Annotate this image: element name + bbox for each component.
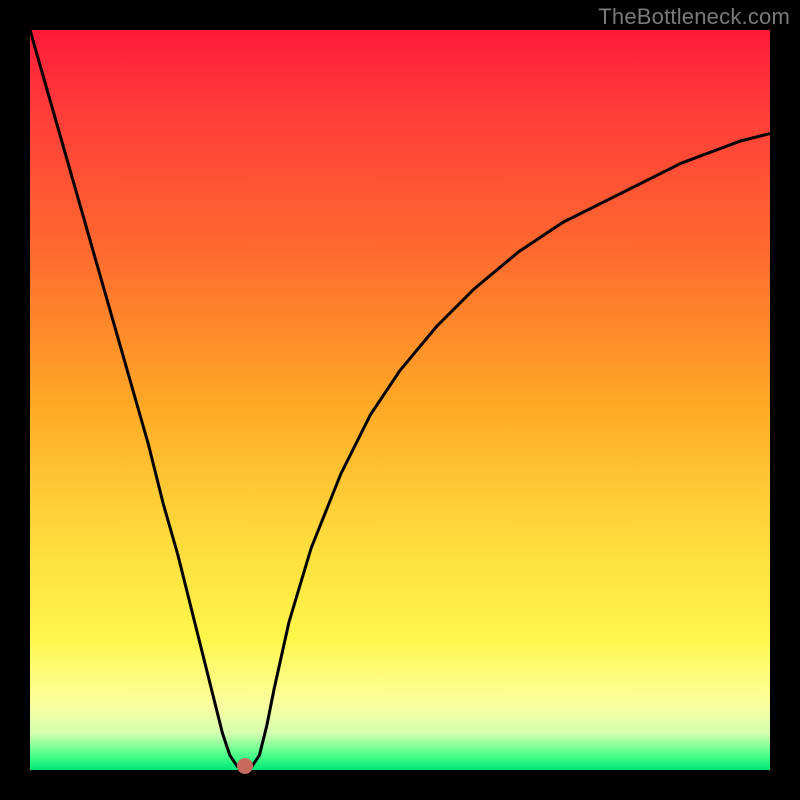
plot-area xyxy=(30,30,770,770)
optimal-point-marker xyxy=(237,758,253,774)
chart-frame: TheBottleneck.com xyxy=(0,0,800,800)
bottleneck-curve xyxy=(30,30,770,770)
watermark-text: TheBottleneck.com xyxy=(598,4,790,30)
